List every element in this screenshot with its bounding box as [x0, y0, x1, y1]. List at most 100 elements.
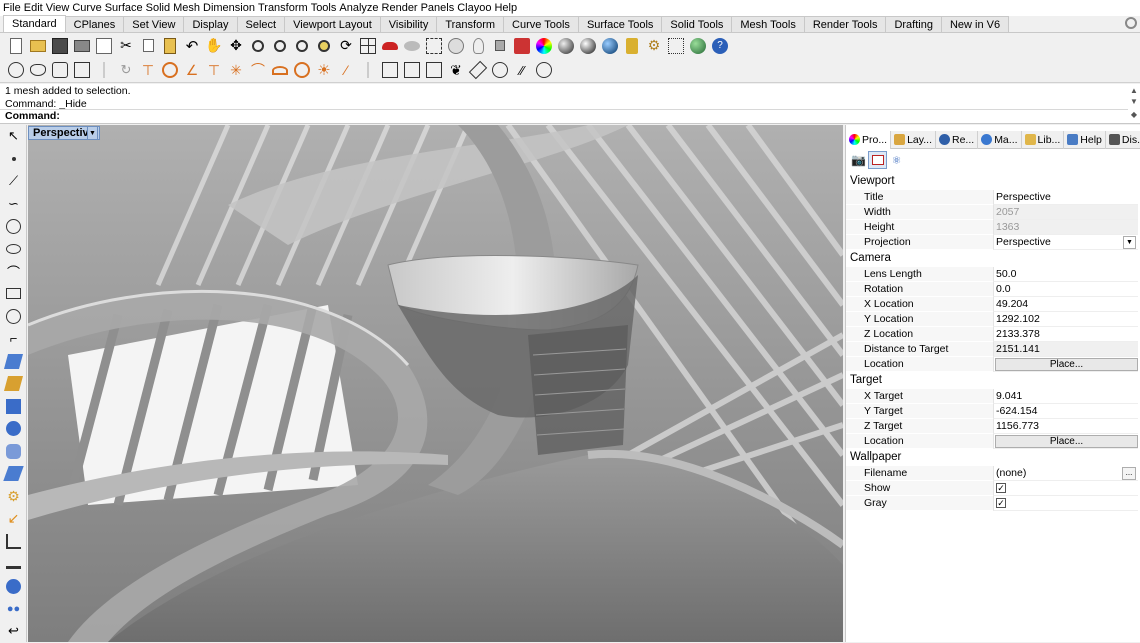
color-wheel-icon[interactable] [533, 35, 555, 57]
polyline-icon[interactable]: ⟋ [0, 170, 27, 193]
block-icon[interactable] [0, 575, 27, 598]
menu-mesh[interactable]: Mesh [173, 2, 203, 14]
panel-tab-properties[interactable]: Pro... [846, 130, 892, 149]
text-icon[interactable] [0, 553, 27, 576]
render-icon[interactable] [599, 35, 621, 57]
menu-clayoo[interactable]: Clayoo [457, 2, 494, 14]
tab-cplanes[interactable]: CPlanes [64, 16, 125, 32]
box-icon[interactable] [379, 59, 401, 81]
zoom-extents-icon[interactable] [291, 35, 313, 57]
save-icon[interactable] [49, 35, 71, 57]
star-icon[interactable]: ✳ [225, 59, 247, 81]
title-field[interactable]: Perspective [993, 190, 1138, 205]
blocks-icon[interactable] [49, 59, 71, 81]
sun-icon[interactable]: ☀ [313, 59, 335, 81]
panel-tab-help[interactable]: Help [1064, 130, 1106, 149]
point-icon[interactable] [0, 148, 27, 171]
dome-icon[interactable] [269, 59, 291, 81]
chevron-down-icon[interactable]: ▼ [1123, 236, 1136, 249]
solid-sphere-icon[interactable] [0, 418, 27, 441]
zoom-icon[interactable] [247, 35, 269, 57]
target-place-button[interactable]: Place... [995, 435, 1138, 448]
select-icon[interactable] [423, 35, 445, 57]
tab-mesh-tools[interactable]: Mesh Tools [731, 16, 805, 32]
command-scroll-icon[interactable]: ◆ [1128, 110, 1140, 119]
light-icon[interactable] [467, 35, 489, 57]
chevron-up-icon[interactable]: ▲ [1128, 86, 1140, 95]
tab-visibility[interactable]: Visibility [379, 16, 438, 32]
grid-snap-icon[interactable] [665, 35, 687, 57]
panel-tab-libraries[interactable]: Lib... [1022, 130, 1065, 149]
rotate-view-icon[interactable]: ⟳ [335, 35, 357, 57]
dimension-icon[interactable] [0, 530, 27, 553]
x-target-field[interactable]: 9.041 [993, 389, 1138, 404]
panel-tab-render[interactable]: Re... [936, 130, 979, 149]
cut-icon[interactable]: ✂ [115, 35, 137, 57]
menu-curve[interactable]: Curve [72, 2, 104, 14]
panel-tab-materials[interactable]: Ma... [978, 130, 1022, 149]
eraser-icon[interactable] [467, 59, 489, 81]
tab-set-view[interactable]: Set View [123, 16, 185, 32]
circle-icon[interactable] [0, 215, 27, 238]
browse-button[interactable]: ... [1122, 467, 1136, 480]
ring-icon[interactable] [159, 59, 181, 81]
four-view-icon[interactable] [357, 35, 379, 57]
move-view-icon[interactable]: ✥ [225, 35, 247, 57]
show-checkbox[interactable]: ✓ [996, 483, 1006, 493]
angle-icon[interactable]: ∠ [181, 59, 203, 81]
tab-curve-tools[interactable]: Curve Tools [503, 16, 579, 32]
globe-icon[interactable] [687, 35, 709, 57]
z-location-field[interactable]: 2133.378 [993, 327, 1138, 342]
hook-icon[interactable]: ↩ [0, 620, 27, 643]
tee-icon[interactable]: ⊤ [203, 59, 225, 81]
arch-icon[interactable]: ⌒ [247, 59, 269, 81]
molecule-icon[interactable]: ⚛ [887, 151, 906, 169]
cube-icon[interactable] [401, 59, 423, 81]
panel-tab-layers[interactable]: Lay... [891, 130, 936, 149]
camera-place-button[interactable]: Place... [995, 358, 1138, 371]
circle-target-icon[interactable] [291, 59, 313, 81]
gray-checkbox[interactable]: ✓ [996, 498, 1006, 508]
open-icon[interactable] [27, 35, 49, 57]
menu-file[interactable]: File [3, 2, 24, 14]
menu-render[interactable]: Render [382, 2, 421, 14]
render-sphere-icon[interactable] [555, 35, 577, 57]
surface-icon[interactable] [0, 350, 27, 373]
tab-surface-tools[interactable]: Surface Tools [577, 16, 663, 32]
mesh-sphere-icon[interactable] [489, 59, 511, 81]
chevron-down-icon[interactable]: ▼ [1128, 97, 1140, 106]
lens-length-field[interactable]: 50.0 [993, 267, 1138, 282]
surface-edge-icon[interactable] [0, 373, 27, 396]
polygon-icon[interactable] [0, 305, 27, 328]
check-icon[interactable] [5, 59, 27, 81]
tab-display[interactable]: Display [183, 16, 238, 32]
command-input[interactable] [62, 110, 963, 122]
menu-dimension[interactable]: Dimension [203, 2, 258, 14]
shade-icon[interactable] [401, 35, 423, 57]
y-target-field[interactable]: -624.154 [993, 404, 1138, 419]
chevron-down-icon[interactable]: ▼ [87, 126, 98, 140]
copy-icon[interactable] [137, 35, 159, 57]
zoom-selected-icon[interactable] [313, 35, 335, 57]
mesh-icon[interactable] [0, 440, 27, 463]
panel-tab-display[interactable]: Dis... [1106, 131, 1140, 149]
z-target-field[interactable]: 1156.773 [993, 419, 1138, 434]
options-icon[interactable] [621, 35, 643, 57]
teapot-icon[interactable] [27, 59, 49, 81]
menu-help[interactable]: Help [494, 2, 520, 14]
menu-surface[interactable]: Surface [105, 2, 146, 14]
material-icon[interactable] [511, 35, 533, 57]
zoom-window-icon[interactable] [269, 35, 291, 57]
car-icon[interactable] [379, 35, 401, 57]
gear-tool-icon[interactable]: ⚙ [0, 485, 27, 508]
arc-icon[interactable]: ⌒ [0, 260, 27, 283]
tab-transform[interactable]: Transform [436, 16, 505, 32]
menu-panels[interactable]: Panels [421, 2, 458, 14]
pan-icon[interactable]: ✋ [203, 35, 225, 57]
history-icon[interactable] [71, 59, 93, 81]
render-preview-icon[interactable] [577, 35, 599, 57]
help-icon[interactable]: ? [709, 35, 731, 57]
crosshair-icon[interactable] [533, 59, 555, 81]
projection-select[interactable]: Perspective ▼ [993, 235, 1138, 250]
page-layout-icon[interactable] [93, 35, 115, 57]
